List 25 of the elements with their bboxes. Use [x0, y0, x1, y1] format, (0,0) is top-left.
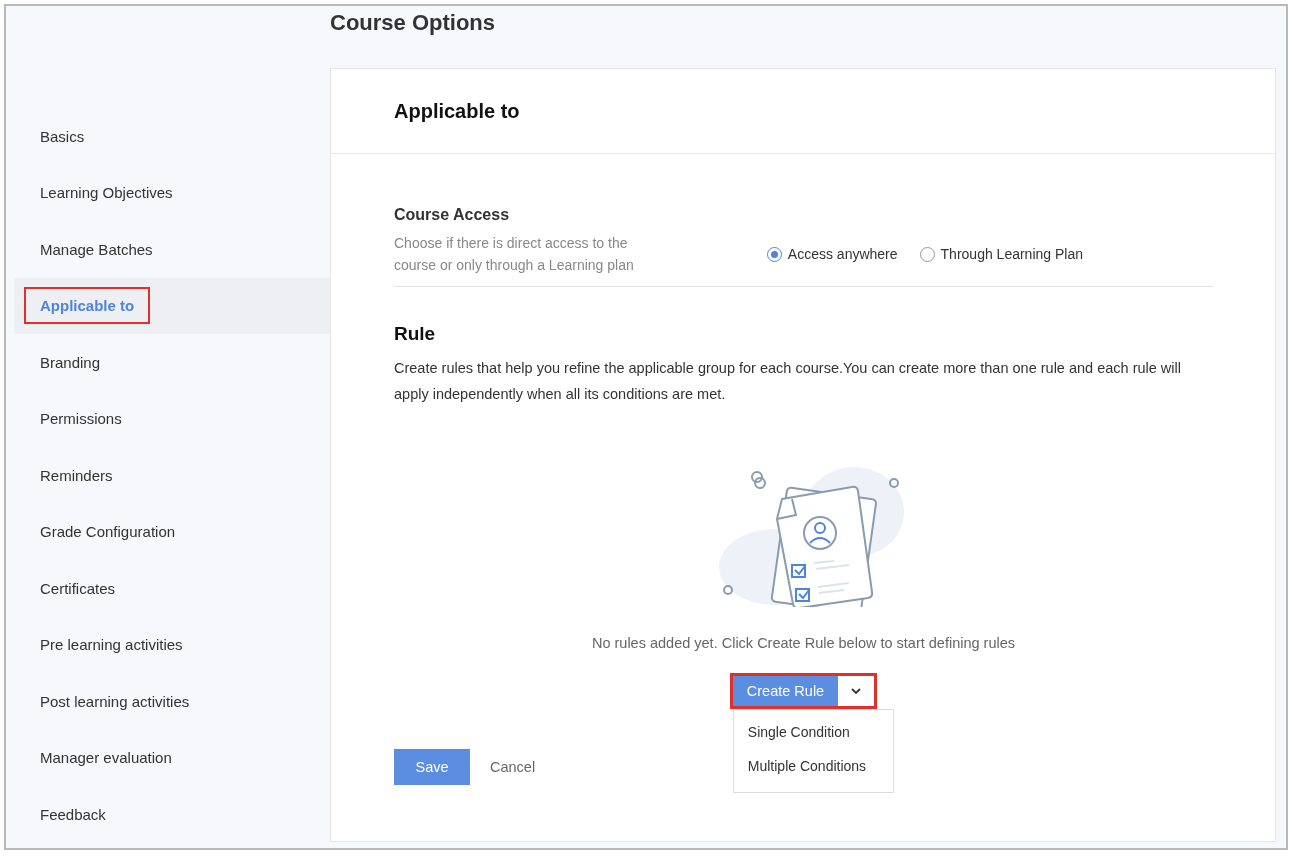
sidebar-item[interactable]: Reminders [14, 447, 330, 504]
sidebar-item[interactable]: Permissions [14, 390, 330, 447]
menu-item[interactable]: Multiple Conditions [733, 750, 893, 784]
page-title: Course Options [330, 10, 496, 37]
card-title: Applicable to [394, 99, 520, 123]
sidebar-item[interactable]: Certificates [14, 560, 330, 617]
sidebar-item[interactable]: Feedback [14, 786, 330, 843]
section-description: Create rules that help you refine the applicable group for each course.You can create more than one rule and each rule will apply independently when all its conditions are met. [394, 359, 1182, 404]
sidebar-item[interactable]: Post learning activities [14, 673, 330, 730]
sidebar-item[interactable]: Learning Objectives [14, 164, 330, 221]
sidebar-item[interactable]: Manager evaluation [14, 729, 330, 786]
menu-item[interactable]: Single Condition [733, 716, 893, 750]
section-description: Choose if there is direct access to the course or only through a Learning plan [394, 234, 635, 275]
radio-label: Through Learning Plan [940, 246, 1083, 262]
section-heading: Course Access [394, 206, 511, 224]
section-heading: Rule [394, 323, 437, 345]
empty-state-message: No rules added yet. Click Create Rule below to start defining rules [591, 635, 1016, 651]
radio-label: Access anywhere [787, 246, 898, 262]
sidebar-item[interactable]: Pre learning activities [14, 616, 330, 673]
sidebar-item[interactable]: Branding [14, 334, 330, 391]
cancel-button[interactable]: Cancel [484, 758, 542, 776]
caret-icon [850, 687, 863, 695]
sidebar-item[interactable]: Basics [14, 108, 330, 165]
sidebar-item[interactable]: Manage Batches [14, 221, 330, 278]
sidebar-item[interactable]: Grade Configuration [14, 503, 330, 560]
